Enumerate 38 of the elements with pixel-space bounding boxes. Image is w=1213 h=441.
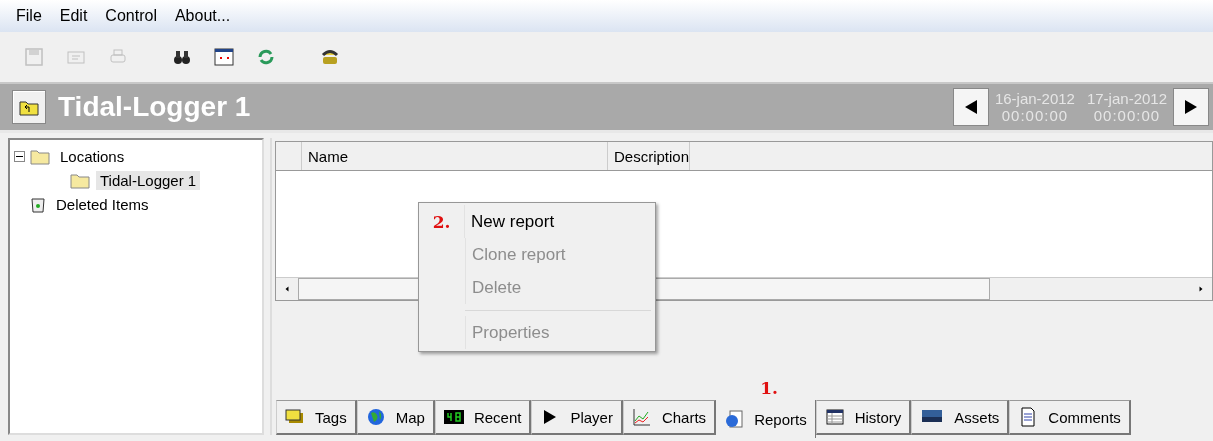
menu-item[interactable]: About... — [166, 7, 239, 25]
date-text: 17-jan-2012 — [1086, 90, 1167, 107]
tab[interactable]: Map — [356, 400, 435, 435]
tree-item[interactable]: Locations — [56, 146, 129, 166]
refresh-icon — [256, 47, 276, 67]
tab[interactable]: Player — [531, 400, 623, 435]
next-button[interactable] — [1173, 88, 1209, 126]
date-text: 16-jan-2012 — [994, 90, 1075, 107]
menu-item[interactable]: New report — [471, 211, 555, 232]
tab[interactable]: Charts — [622, 400, 717, 435]
tab[interactable]: Assets — [911, 400, 1010, 435]
document-globe-icon — [724, 409, 745, 429]
digital-display-icon — [443, 407, 464, 427]
menu-item[interactable]: Edit — [51, 7, 96, 25]
menu-item[interactable]: File — [8, 7, 50, 25]
menu-item[interactable]: Control — [97, 7, 165, 25]
line-chart-icon — [631, 407, 652, 427]
step-number: 2. — [419, 205, 465, 238]
table-icon — [824, 407, 845, 427]
tab[interactable]: Recent — [434, 400, 532, 435]
tab[interactable]: History — [815, 400, 912, 435]
time-text: 00:00:00 — [1001, 107, 1069, 124]
globe-icon — [365, 407, 386, 427]
previous-button[interactable] — [952, 88, 989, 126]
tab[interactable]: Comments — [1009, 400, 1131, 435]
tree-item[interactable]: Deleted Items — [52, 194, 153, 214]
floppy-icon — [24, 47, 44, 67]
telephone-icon — [320, 47, 340, 67]
up-folder-button[interactable] — [12, 90, 46, 124]
tree-item[interactable]: Tidal-Logger 1 — [96, 170, 201, 190]
column-header[interactable]: Name — [302, 142, 608, 170]
page-title: Tidal-Logger 1 — [58, 91, 252, 123]
calendar-icon — [214, 47, 234, 67]
collapse-toggle[interactable] — [14, 150, 25, 162]
step-number: 1. — [760, 378, 778, 398]
tab[interactable]: Tags — [276, 400, 357, 435]
column-header[interactable]: Description — [608, 142, 691, 170]
time-text: 00:00:00 — [1093, 107, 1161, 124]
